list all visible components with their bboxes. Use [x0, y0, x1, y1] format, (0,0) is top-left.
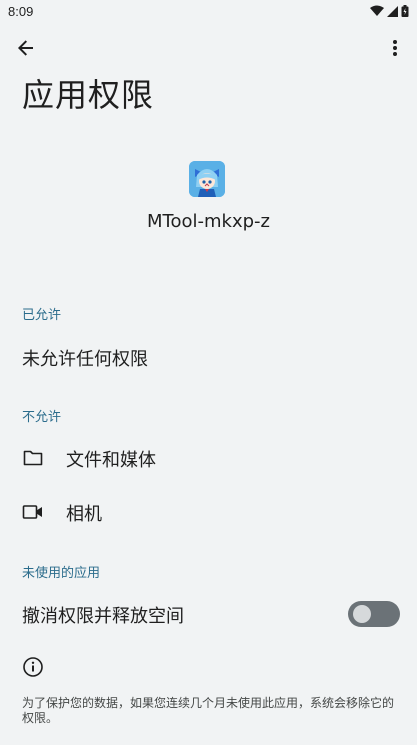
signal-icon: [387, 5, 398, 17]
info-icon: [22, 656, 44, 678]
toggle-knob: [353, 605, 371, 623]
app-icon: [189, 161, 225, 197]
folder-icon: [22, 447, 44, 469]
status-time: 8:09: [8, 3, 34, 19]
app-bar: [0, 28, 417, 68]
permission-item-camera[interactable]: 相机: [66, 500, 102, 526]
more-options-button[interactable]: [381, 34, 409, 62]
wifi-icon: [370, 5, 384, 16]
app-name: MTool-mkxp-z: [147, 211, 270, 232]
status-bar: 8:09: [0, 0, 417, 22]
section-label-unused: 未使用的应用: [22, 566, 101, 581]
section-label-not-allowed: 不允许: [22, 410, 62, 425]
revoke-permissions-toggle[interactable]: [348, 601, 400, 627]
camera-icon: [22, 501, 44, 523]
section-label-allowed: 已允许: [22, 308, 62, 323]
back-button[interactable]: [12, 34, 40, 62]
permission-item-files-media[interactable]: 文件和媒体: [66, 446, 156, 472]
battery-icon: [401, 5, 409, 17]
revoke-permissions-label: 撤消权限并释放空间: [22, 606, 184, 627]
allowed-empty-text: 未允许任何权限: [22, 349, 148, 370]
unused-apps-footer: 为了保护您的数据，如果您连续几个月未使用此应用，系统会移除它的权限。: [22, 696, 395, 725]
page-title: 应用权限: [22, 76, 155, 114]
status-icons: [370, 5, 409, 17]
more-vert-icon: [393, 40, 397, 56]
arrow-back-icon: [18, 40, 33, 56]
